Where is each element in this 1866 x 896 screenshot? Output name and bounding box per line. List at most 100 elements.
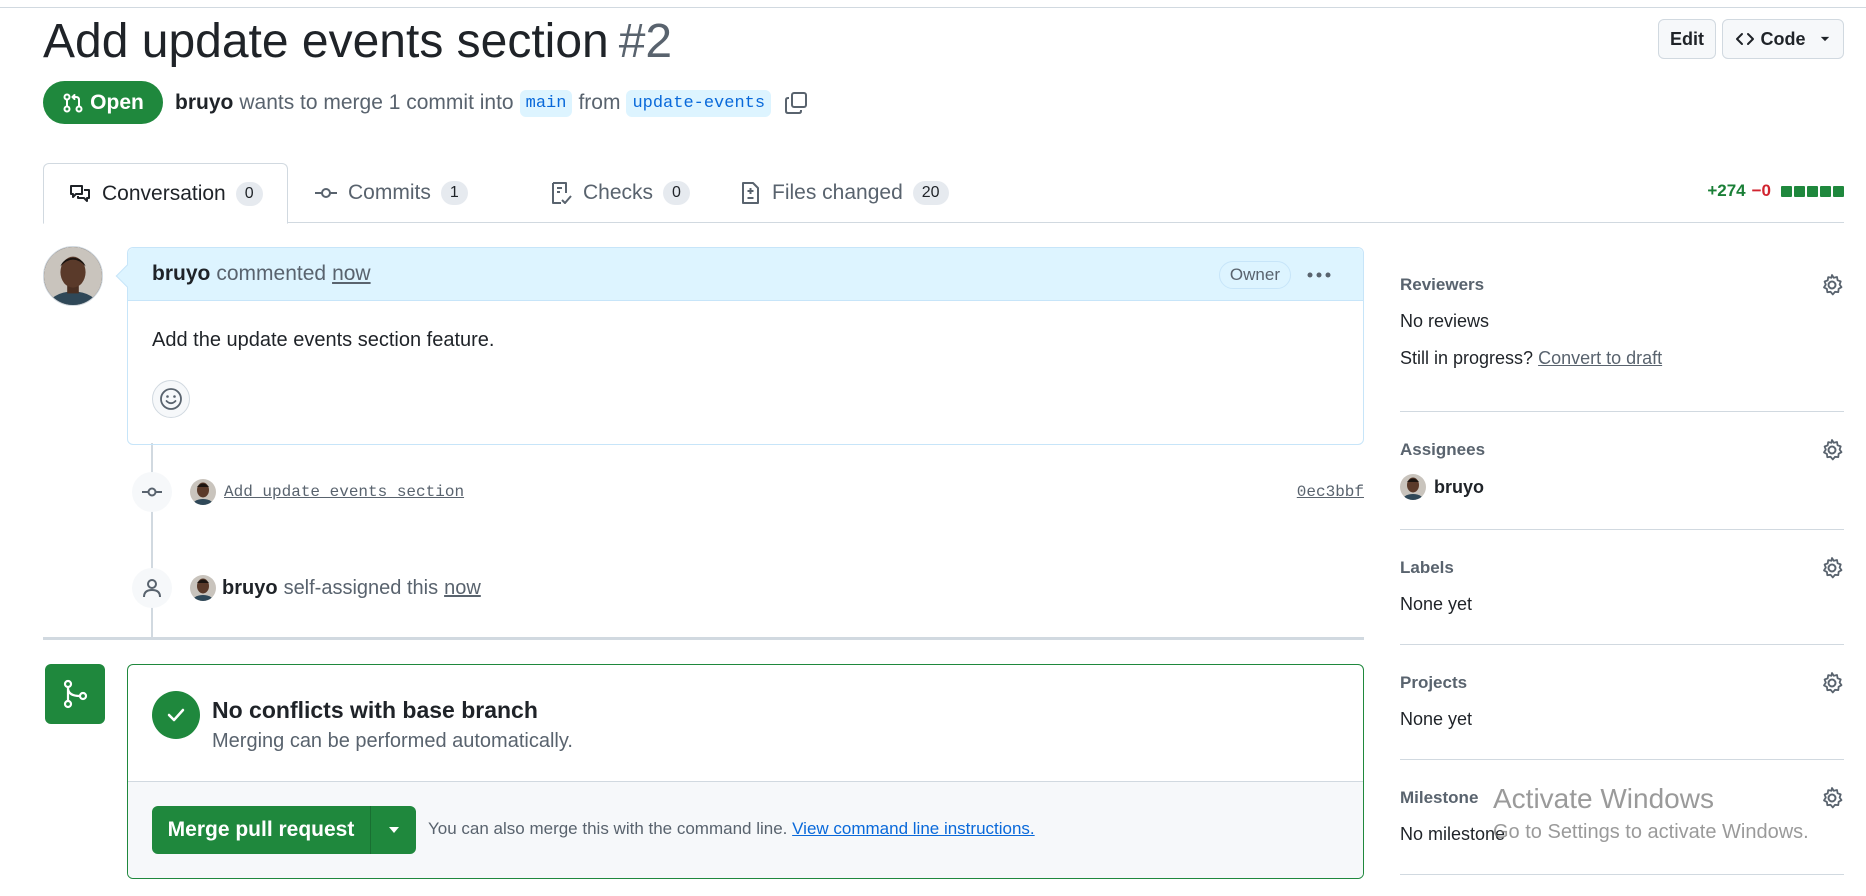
reviewers-heading[interactable]: Reviewers: [1400, 275, 1844, 295]
sidebar-divider: [1400, 529, 1844, 530]
merge-status: No conflicts with base branch Merging ca…: [128, 665, 1363, 781]
comment-author[interactable]: bruyo: [152, 262, 210, 286]
avatar-image: [190, 575, 216, 601]
commit-message-link[interactable]: Add update events section: [224, 483, 464, 501]
timeline-divider: [43, 637, 1364, 640]
labels-value: None yet: [1400, 594, 1473, 614]
merge-pull-request-button: Merge pull request: [152, 806, 416, 854]
assign-author[interactable]: bruyo: [222, 577, 278, 600]
tab-commits-count: 1: [440, 181, 468, 205]
add-reaction-button[interactable]: [152, 380, 190, 418]
tab-checks-label: Checks: [583, 181, 654, 204]
merge-note: You can also merge this with the command…: [428, 819, 1035, 839]
merge-description: wants to merge 1 commit into: [239, 91, 514, 114]
diffstat-block: [1820, 185, 1831, 197]
chevron-down-icon: [1820, 36, 1829, 42]
merge-note-text: You can also merge this with the command…: [428, 819, 788, 838]
avatar[interactable]: [43, 246, 103, 306]
tab-conversation[interactable]: Conversation 0: [43, 163, 288, 224]
sidebar-divider: [1400, 644, 1844, 645]
gear-icon[interactable]: [1820, 273, 1844, 297]
convert-to-draft-link[interactable]: Convert to draft: [1538, 348, 1662, 368]
edit-button-label: Edit: [1670, 28, 1704, 49]
tab-checks-count: 0: [663, 181, 690, 205]
merge-status-subtitle: Merging can be performed automatically.: [212, 730, 573, 752]
comment-card: bruyo commented now Owner Add the update…: [115, 247, 1364, 445]
avatar[interactable]: [190, 575, 216, 601]
check-icon: [167, 708, 185, 722]
draft-hint-text: Still in progress?: [1400, 348, 1534, 368]
merge-button-label[interactable]: Merge pull request: [152, 818, 370, 842]
assign-text: self-assigned this: [283, 576, 439, 599]
diff-deletions: −0: [1751, 181, 1771, 200]
tab-commits-label: Commits: [348, 181, 431, 204]
diffstat-block: [1794, 185, 1805, 197]
gear-icon[interactable]: [1820, 786, 1844, 810]
merge-method-dropdown[interactable]: [371, 822, 416, 838]
tab-files-changed-label: Files changed: [772, 181, 903, 204]
pr-number: #2: [618, 15, 673, 68]
milestone-heading[interactable]: Milestone: [1400, 788, 1844, 808]
reviewers-value: No reviews: [1400, 311, 1490, 331]
comment-caret: [115, 264, 139, 288]
from-label: from: [578, 91, 621, 114]
gear-icon[interactable]: [1820, 438, 1844, 462]
merge-actions: Merge pull request You can also merge th…: [128, 781, 1363, 878]
pr-meta: bruyo wants to merge 1 commit into main …: [175, 86, 809, 120]
git-commit-icon: [142, 487, 162, 497]
gear-icon[interactable]: [1820, 556, 1844, 580]
triangle-down-icon: [388, 827, 399, 833]
comment-timestamp[interactable]: now: [332, 262, 371, 286]
head-branch[interactable]: update-events: [626, 89, 772, 117]
avatar[interactable]: [190, 479, 216, 505]
assignees-heading[interactable]: Assignees: [1400, 440, 1844, 460]
labels-heading[interactable]: Labels: [1400, 558, 1844, 578]
sidebar-divider: [1400, 874, 1844, 875]
check-circle-icon: [152, 691, 200, 739]
tab-checks[interactable]: Checks 0: [525, 163, 714, 223]
projects-heading[interactable]: Projects: [1400, 673, 1844, 693]
avatar-image: [190, 479, 216, 505]
avatar: [1400, 474, 1426, 500]
git-commit-icon: [315, 188, 337, 198]
kebab-horizontal-icon[interactable]: [1305, 265, 1333, 285]
tab-files-changed[interactable]: Files changed 20: [714, 163, 973, 223]
copy-icon[interactable]: [783, 90, 809, 116]
status-badge: Open: [43, 81, 163, 124]
author-link[interactable]: bruyo: [175, 91, 233, 115]
avatar-image: [1400, 474, 1426, 500]
pr-tabs: Conversation 0 Commits 1 Checks 0 Files …: [43, 163, 1844, 224]
comment-discussion-icon: [70, 184, 90, 202]
code-icon: [1735, 33, 1754, 45]
draft-hint: Still in progress? Convert to draft: [1400, 348, 1844, 369]
top-border: [0, 7, 1866, 8]
commit-event: Add update events section 0ec3bbf: [190, 476, 1364, 508]
tab-commits[interactable]: Commits 1: [290, 163, 492, 223]
gear-icon[interactable]: [1820, 671, 1844, 695]
projects-value: None yet: [1400, 709, 1473, 729]
edit-button[interactable]: Edit: [1658, 19, 1716, 59]
assignee-item[interactable]: bruyo: [1400, 474, 1844, 500]
sidebar-milestone: Milestone No milestone: [1400, 786, 1844, 845]
merge-status-title: No conflicts with base branch: [212, 697, 538, 723]
smiley-icon: [160, 388, 182, 410]
checklist-icon: [552, 182, 572, 204]
person-icon: [143, 579, 161, 598]
comment-body: Add the update events section feature.: [152, 329, 495, 351]
assign-event-icon: [132, 568, 172, 608]
status-label: Open: [90, 90, 144, 114]
pr-title: Add update events section #2: [43, 12, 672, 72]
sidebar-projects: Projects None yet: [1400, 671, 1844, 730]
git-merge-icon: [63, 679, 88, 709]
assignee-name: bruyo: [1434, 476, 1485, 497]
tab-conversation-label: Conversation: [102, 181, 226, 205]
sidebar-divider: [1400, 759, 1844, 760]
diffstat-block: [1807, 185, 1818, 197]
assign-timestamp[interactable]: now: [444, 577, 481, 600]
commit-sha-link[interactable]: 0ec3bbf: [1297, 483, 1364, 501]
sidebar-reviewers: Reviewers No reviews Still in progress? …: [1400, 273, 1844, 369]
merge-status-icon: [45, 664, 105, 724]
code-button[interactable]: Code: [1722, 19, 1844, 59]
command-line-instructions-link[interactable]: View command line instructions.: [792, 819, 1035, 838]
base-branch[interactable]: main: [519, 89, 573, 117]
